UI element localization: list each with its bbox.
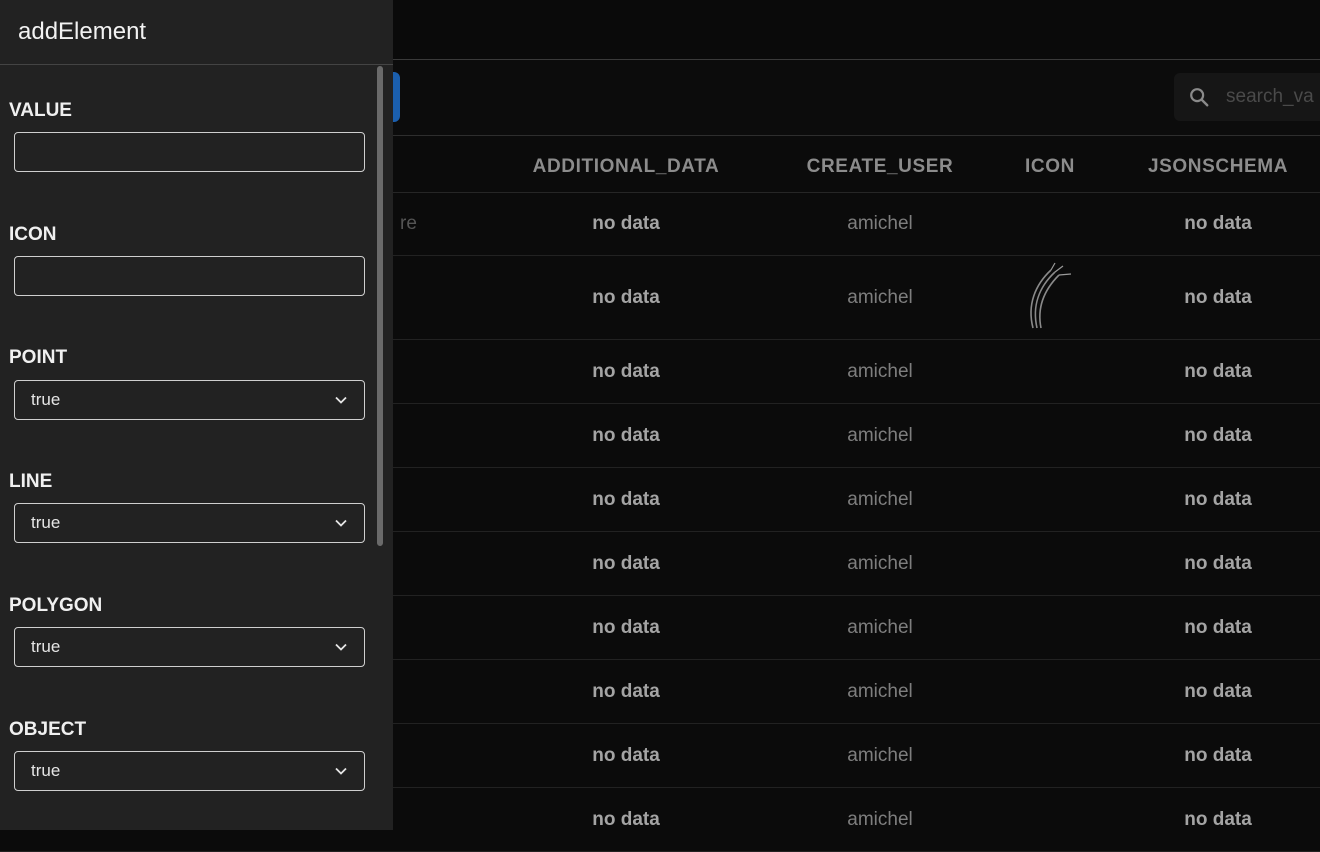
cell-jsonschema: no data bbox=[1184, 360, 1252, 382]
line-label: LINE bbox=[9, 471, 53, 492]
cell-additional-data: no data bbox=[592, 552, 660, 574]
cell-jsonschema: no data bbox=[1184, 488, 1252, 510]
cell-additional-data: no data bbox=[592, 488, 660, 510]
panel-title: addElement bbox=[18, 18, 147, 45]
polygon-label: POLYGON bbox=[9, 595, 103, 616]
value-input[interactable] bbox=[15, 133, 364, 171]
cell-jsonschema: no data bbox=[1184, 616, 1252, 638]
line-select-value: true bbox=[31, 513, 61, 532]
cell-additional-data: no data bbox=[592, 424, 660, 446]
cell-create-user: amichel bbox=[847, 424, 913, 446]
cell-create-user: amichel bbox=[847, 286, 913, 308]
cell-jsonschema: no data bbox=[1184, 552, 1252, 574]
icon-label: ICON bbox=[9, 224, 57, 245]
polygon-select-value: true bbox=[31, 637, 61, 656]
cell-jsonschema: no data bbox=[1184, 213, 1252, 234]
cell-create-user: amichel bbox=[847, 680, 913, 702]
chevron-down-icon bbox=[335, 767, 347, 775]
cell-additional-data: no data bbox=[592, 286, 660, 308]
value-label: VALUE bbox=[9, 100, 72, 121]
column-header-icon[interactable]: ICON bbox=[1025, 136, 1075, 192]
column-header-additional-data[interactable]: ADDITIONAL_DATA bbox=[533, 136, 720, 192]
chevron-down-icon bbox=[335, 643, 347, 651]
line-select[interactable]: true bbox=[14, 503, 365, 543]
chevron-down-icon bbox=[335, 396, 347, 404]
cell-jsonschema: no data bbox=[1184, 286, 1252, 308]
column-header-jsonschema[interactable]: JSONSCHEMA bbox=[1148, 136, 1288, 192]
cell-additional-data: no data bbox=[592, 808, 660, 830]
add-element-panel: addElement VALUE ICON POINT true LINE tr… bbox=[0, 0, 393, 830]
polygon-select[interactable]: true bbox=[14, 627, 365, 667]
cell-create-user: amichel bbox=[847, 552, 913, 574]
cell-jsonschema: no data bbox=[1184, 744, 1252, 766]
cell-icon bbox=[1025, 260, 1075, 336]
cell-create-user: amichel bbox=[847, 616, 913, 638]
search-icon bbox=[1190, 88, 1209, 107]
point-select[interactable]: true bbox=[14, 380, 365, 420]
column-header-create-user[interactable]: CREATE_USER bbox=[807, 136, 954, 192]
value-field[interactable] bbox=[14, 132, 365, 172]
cell-jsonschema: no data bbox=[1184, 680, 1252, 702]
cell-create-user: amichel bbox=[847, 744, 913, 766]
panel-scrollbar[interactable] bbox=[377, 66, 383, 546]
row-partial-cell: re bbox=[400, 213, 417, 234]
cell-jsonschema: no data bbox=[1184, 808, 1252, 830]
cell-additional-data: no data bbox=[592, 213, 660, 234]
search-input[interactable] bbox=[1224, 85, 1320, 109]
panel-header: addElement bbox=[0, 0, 393, 65]
cell-create-user: amichel bbox=[847, 213, 913, 234]
icon-field[interactable] bbox=[14, 256, 365, 296]
cable-icon bbox=[1030, 262, 1072, 328]
cell-additional-data: no data bbox=[592, 744, 660, 766]
cell-additional-data: no data bbox=[592, 680, 660, 702]
object-label: OBJECT bbox=[9, 719, 87, 740]
chevron-down-icon bbox=[335, 519, 347, 527]
cell-create-user: amichel bbox=[847, 808, 913, 830]
object-select-value: true bbox=[31, 761, 61, 780]
cell-create-user: amichel bbox=[847, 488, 913, 510]
object-select[interactable]: true bbox=[14, 751, 365, 791]
point-label: POINT bbox=[9, 347, 68, 368]
point-select-value: true bbox=[31, 390, 61, 409]
cell-additional-data: no data bbox=[592, 616, 660, 638]
search-box[interactable] bbox=[1174, 73, 1320, 121]
icon-input[interactable] bbox=[15, 257, 364, 295]
cell-jsonschema: no data bbox=[1184, 424, 1252, 446]
cell-additional-data: no data bbox=[592, 360, 660, 382]
cell-create-user: amichel bbox=[847, 360, 913, 382]
